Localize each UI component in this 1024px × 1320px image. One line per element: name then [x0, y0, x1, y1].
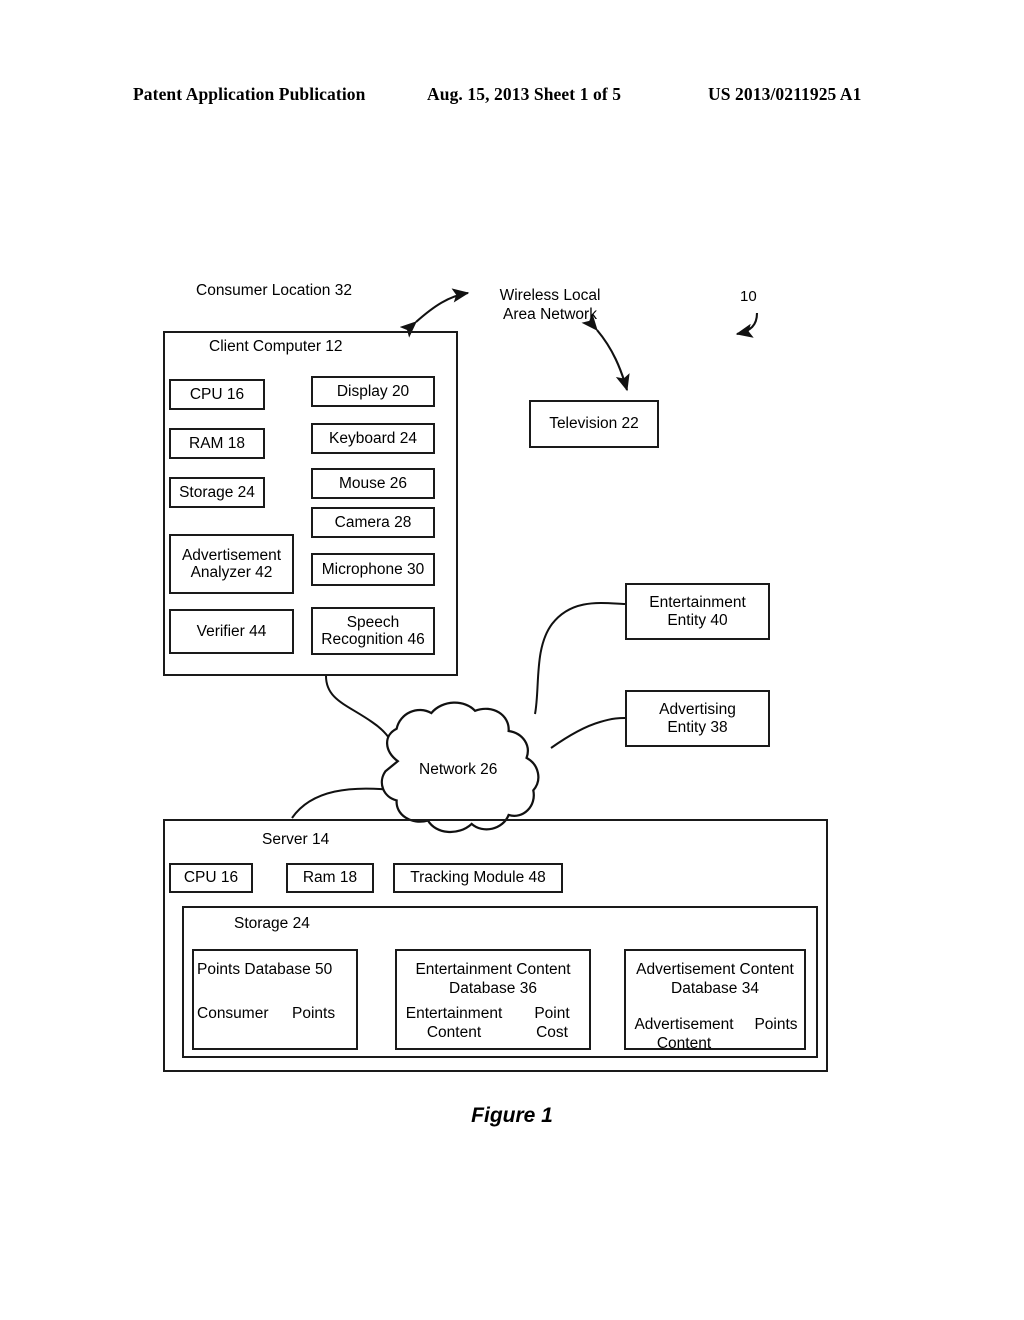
points-database-col-consumer: Consumer [197, 1005, 269, 1022]
advertising-entity-box: Advertising Entity 38 [625, 690, 770, 747]
component-verifier-44: Verifier 44 [169, 609, 294, 654]
link-network-to-server [291, 787, 393, 819]
server-module-cpu-16: CPU 16 [169, 863, 253, 893]
entertainment-content-col-content: Entertainment Content [405, 1005, 503, 1041]
server-module-ram-18: Ram 18 [286, 863, 374, 893]
network-cloud-label: Network 26 [419, 761, 498, 778]
page-header: Patent Application Publication Aug. 15, … [0, 84, 1024, 114]
header-publication-label: Patent Application Publication [133, 84, 366, 104]
component-keyboard-24: Keyboard 24 [311, 423, 435, 454]
header-patent-number: US 2013/0211925 A1 [708, 84, 862, 104]
figure-caption: Figure 1 [471, 1104, 553, 1127]
reference-numeral-10: 10 [740, 288, 757, 305]
arrow-consumer-location-to-wlan [399, 288, 470, 338]
component-cpu-16: CPU 16 [169, 379, 265, 410]
component-microphone-30: Microphone 30 [311, 553, 435, 586]
server-label: Server 14 [262, 831, 330, 848]
component-display-20: Display 20 [311, 376, 435, 407]
component-advertisement-analyzer-42: Advertisement Analyzer 42 [169, 534, 294, 594]
link-network-to-advertising-entity [550, 717, 626, 749]
consumer-location-label: Consumer Location 32 [196, 282, 352, 299]
wireless-local-area-network-label: Wireless Local Area Network [499, 287, 601, 323]
reference-leader-arrow-10 [735, 312, 759, 338]
advertisement-content-col-points: Points [754, 1016, 798, 1033]
entertainment-content-col-point-cost: Point Cost [534, 1005, 570, 1041]
link-client-computer-to-network [325, 675, 396, 749]
entertainment-entity-box: Entertainment Entity 40 [625, 583, 770, 640]
points-database-col-points: Points [292, 1005, 336, 1022]
component-storage-24: Storage 24 [169, 477, 265, 508]
advertisement-content-database-title: Advertisement Content Database 34 [636, 961, 794, 997]
header-date-sheet-label: Aug. 15, 2013 Sheet 1 of 5 [427, 84, 622, 104]
component-speech-recognition-46: Speech Recognition 46 [311, 607, 435, 655]
arrow-wlan-to-television [581, 313, 630, 392]
entertainment-content-database-title: Entertainment Content Database 36 [415, 961, 571, 997]
component-ram-18: RAM 18 [169, 428, 265, 459]
component-mouse-26: Mouse 26 [311, 468, 435, 499]
server-module-tracking-module-48: Tracking Module 48 [393, 863, 563, 893]
points-database-title: Points Database 50 [197, 961, 333, 978]
server-storage-label: Storage 24 [234, 915, 310, 932]
advertisement-content-col-content: Advertisement Content [634, 1016, 734, 1052]
client-computer-label: Client Computer 12 [209, 338, 343, 355]
component-camera-28: Camera 28 [311, 507, 435, 538]
link-network-to-entertainment-entity [534, 601, 626, 715]
television-box: Television 22 [529, 400, 659, 448]
